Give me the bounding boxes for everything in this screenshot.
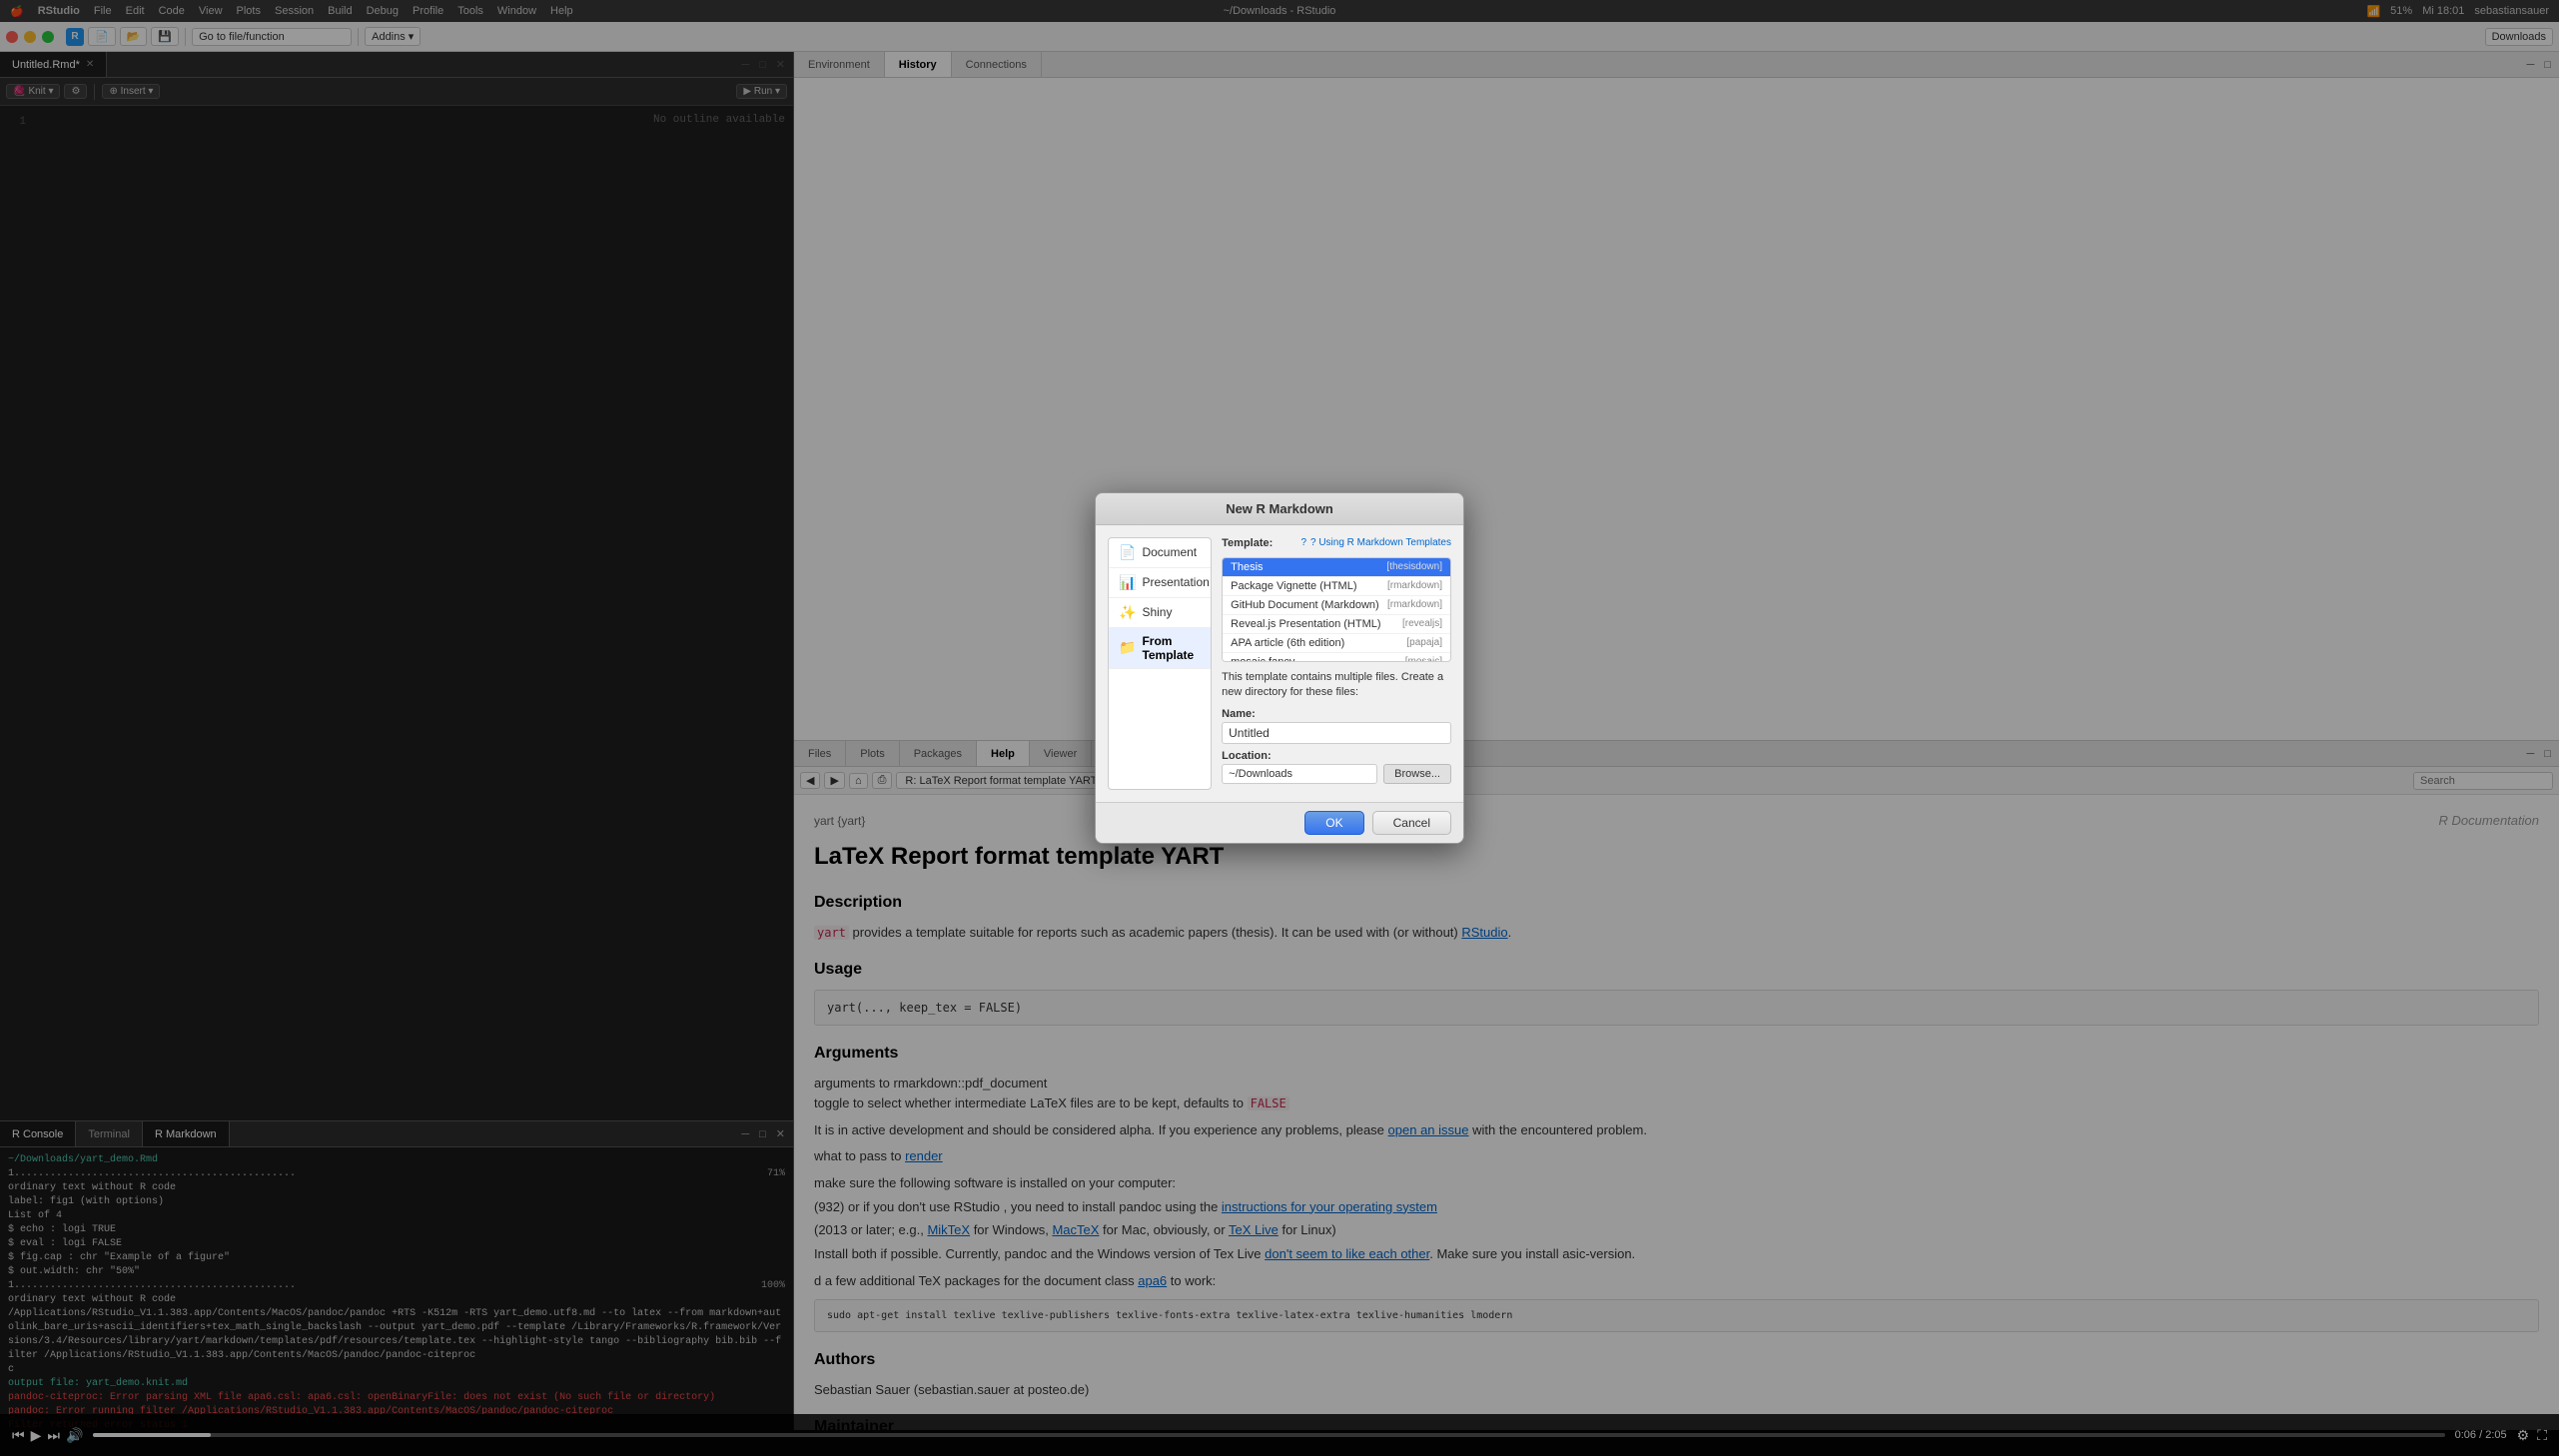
template-item-revealjs[interactable]: Reveal.js Presentation (HTML) [revealjs] — [1223, 615, 1450, 634]
sidebar-item-presentation[interactable]: 📊 Presentation — [1109, 568, 1211, 598]
shiny-icon: ✨ — [1119, 604, 1136, 621]
location-label: Location: — [1222, 750, 1451, 762]
sidebar-item-document[interactable]: 📄 Document — [1109, 538, 1211, 568]
template-item-apa[interactable]: APA article (6th edition) [papaja] — [1223, 634, 1450, 653]
dialog-main-content: Template: ? ? Using R Markdown Templates… — [1222, 537, 1451, 791]
sidebar-item-shiny-label: Shiny — [1142, 605, 1172, 619]
sidebar-item-from-template-label: From Template — [1142, 634, 1201, 662]
template-list[interactable]: Thesis [thesisdown] Package Vignette (HT… — [1222, 557, 1451, 662]
template-pkg-vignette-name: Package Vignette (HTML) — [1231, 580, 1356, 592]
template-thesis-name: Thesis — [1231, 561, 1263, 573]
template-apa-name: APA article (6th edition) — [1231, 637, 1344, 649]
presentation-icon: 📊 — [1119, 574, 1136, 591]
document-icon: 📄 — [1119, 544, 1136, 561]
template-item-pkg-vignette[interactable]: Package Vignette (HTML) [rmarkdown] — [1223, 577, 1450, 596]
dialog-body: 📄 Document 📊 Presentation ✨ Shiny 📁 From… — [1096, 525, 1463, 803]
form-row-location: Location: Browse... — [1222, 750, 1451, 784]
template-mosaic-fancy-name: mosaic fancy — [1231, 656, 1294, 662]
template-revealjs-name: Reveal.js Presentation (HTML) — [1231, 618, 1380, 630]
dialog-form: Name: Location: Browse... — [1222, 708, 1451, 784]
dialog-titlebar: New R Markdown — [1096, 493, 1463, 525]
location-input[interactable] — [1222, 764, 1377, 784]
name-input[interactable] — [1222, 722, 1451, 744]
sidebar-item-presentation-label: Presentation — [1142, 575, 1209, 589]
template-github-doc-name: GitHub Document (Markdown) — [1231, 599, 1379, 611]
template-pkg-vignette-tag: [rmarkdown] — [1387, 580, 1442, 591]
template-thesis-tag: [thesisdown] — [1386, 561, 1442, 572]
ok-button[interactable]: OK — [1304, 811, 1363, 835]
location-row: Browse... — [1222, 764, 1451, 784]
template-label: Template: — [1222, 537, 1273, 549]
template-item-github-doc[interactable]: GitHub Document (Markdown) [rmarkdown] — [1223, 596, 1450, 615]
sidebar-item-document-label: Document — [1142, 545, 1197, 559]
sidebar-item-from-template[interactable]: 📁 From Template — [1109, 628, 1211, 669]
name-label: Name: — [1222, 708, 1451, 720]
template-mosaic-fancy-tag: [mosaic] — [1405, 656, 1442, 662]
template-icon: 📁 — [1119, 639, 1136, 656]
template-item-thesis[interactable]: Thesis [thesisdown] — [1223, 558, 1450, 577]
new-rmarkdown-dialog: New R Markdown 📄 Document 📊 Presentation… — [1095, 492, 1464, 845]
using-templates-link[interactable]: ? ? Using R Markdown Templates — [1300, 537, 1451, 548]
dialog-sidebar: 📄 Document 📊 Presentation ✨ Shiny 📁 From… — [1108, 537, 1212, 791]
cancel-button[interactable]: Cancel — [1372, 811, 1451, 835]
sidebar-item-shiny[interactable]: ✨ Shiny — [1109, 598, 1211, 628]
dialog-footer: OK Cancel — [1096, 802, 1463, 843]
template-item-mosaic-fancy[interactable]: mosaic fancy [mosaic] — [1223, 653, 1450, 662]
modal-overlay: New R Markdown 📄 Document 📊 Presentation… — [0, 0, 2559, 1456]
template-revealjs-tag: [revealjs] — [1402, 618, 1442, 629]
template-info: This template contains multiple files. C… — [1222, 670, 1451, 701]
template-github-doc-tag: [rmarkdown] — [1387, 599, 1442, 610]
template-apa-tag: [papaja] — [1406, 637, 1442, 648]
form-row-name: Name: — [1222, 708, 1451, 744]
browse-button[interactable]: Browse... — [1383, 764, 1451, 784]
